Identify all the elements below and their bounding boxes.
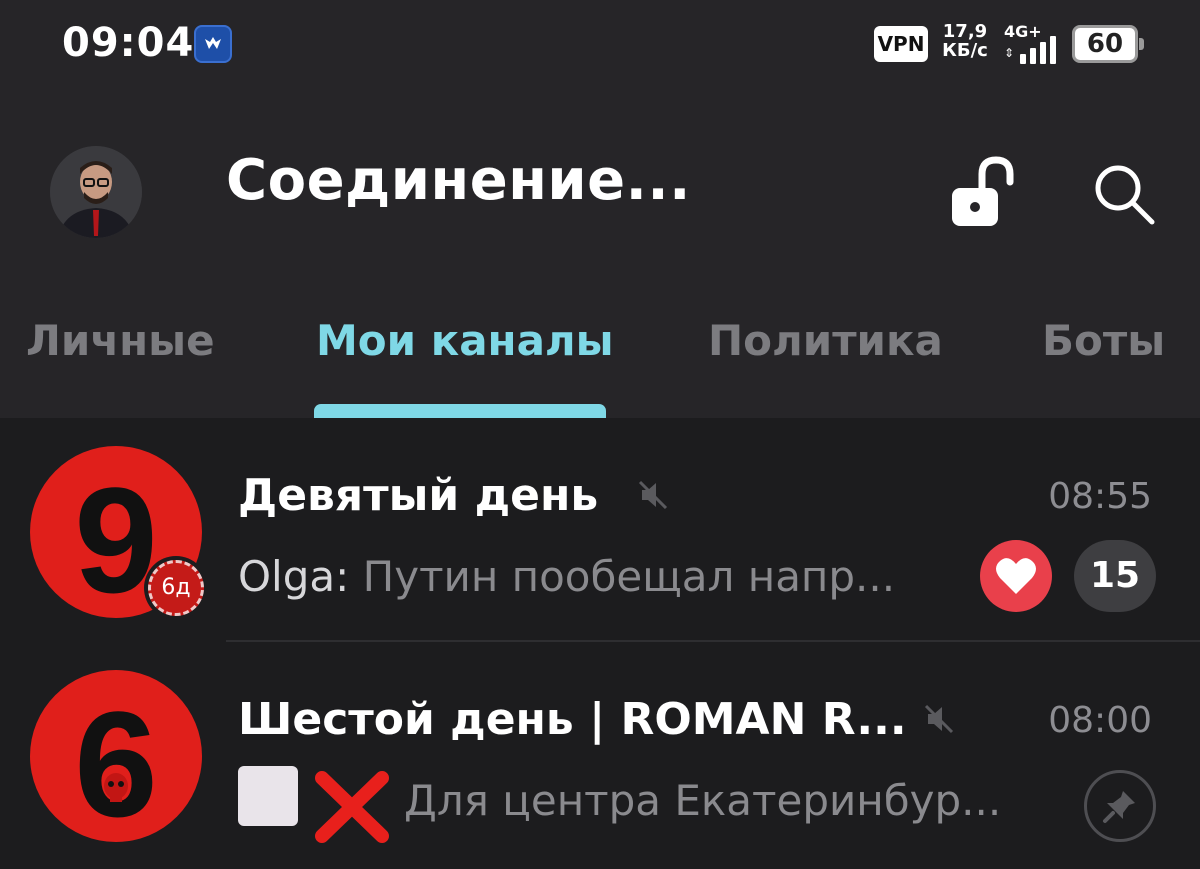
unread-count-badge: 15 [1074,540,1156,612]
message-sender: Olga: [238,552,350,601]
cross-mark-icon [312,770,392,844]
status-time: 09:04 [62,20,195,66]
tab-politics[interactable]: Политика [708,316,943,365]
unlocked-lock-icon [952,156,1014,226]
search-icon [1095,165,1155,225]
search-button[interactable] [1090,160,1156,226]
tab-bots[interactable]: Боты [1042,316,1165,365]
heart-icon [996,558,1036,594]
cellular-signal-icon: 4G+ ⇕ [1004,22,1064,66]
pinned-indicator [1084,770,1156,842]
chat-time: 08:00 [1048,700,1152,741]
network-speed: 17,9 КБ/с [940,22,990,60]
tab-my-channels[interactable]: Мои каналы [316,316,614,365]
media-thumbnail [238,766,298,826]
vpn-badge: VPN [874,26,928,62]
data-arrows-icon: ⇕ [1004,46,1015,60]
chat-preview: Olga: Путин пообещал напр... [238,552,895,601]
reaction-badge[interactable] [980,540,1052,612]
tab-personal[interactable]: Личные [26,316,215,365]
network-speed-unit: КБ/с [942,40,988,61]
app-header-region: 09:04 VPN 17,9 КБ/с 4G+ ⇕ 60 Соединение.… [0,0,1200,418]
network-type: 4G+ [1004,22,1042,41]
story-label: 6д [148,560,204,616]
chat-preview: Для центра Екатеринбур... [404,776,1002,825]
chat-time: 08:55 [1048,476,1152,517]
active-tab-indicator [314,404,606,418]
battery-indicator: 60 [1072,25,1144,63]
avatar-glyph: 6 [74,680,157,842]
chat-avatar: 6 [30,670,202,842]
passcode-lock-button[interactable] [946,156,1018,232]
chat-name: Шестой день | ROMAN R... [238,694,907,745]
message-text: Путин пообещал напр... [362,552,896,601]
chat-list-item[interactable]: 6 Шестой день | ROMAN R... 08:00 Для цен… [0,642,1200,866]
profile-avatar[interactable] [50,146,142,238]
muted-icon [636,478,670,512]
folder-tabs: Личные Мои каналы Политика Боты [0,310,1200,418]
pin-icon [1103,791,1135,823]
network-speed-value: 17,9 [942,21,988,42]
app-notification-icon [194,25,232,63]
story-indicator[interactable]: 6д [144,556,208,620]
muted-icon [922,702,956,736]
chat-name: Девятый день [238,470,599,521]
page-title: Соединение... [226,148,691,213]
status-bar: 09:04 VPN 17,9 КБ/с 4G+ ⇕ 60 [0,0,1200,90]
